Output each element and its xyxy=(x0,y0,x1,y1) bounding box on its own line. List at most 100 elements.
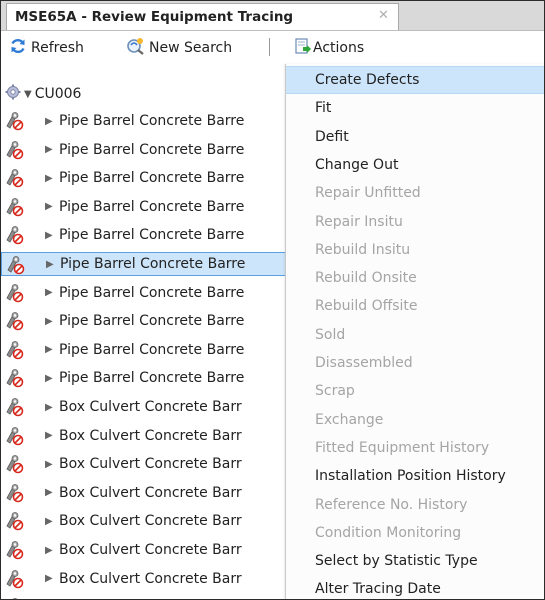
expand-arrow-icon[interactable]: ▶ xyxy=(45,316,59,327)
expand-arrow-icon[interactable]: ▶ xyxy=(45,545,59,556)
tree-row[interactable]: ▶Box Culvert Concrete Barr xyxy=(1,595,301,599)
tree-row-label: Pipe Barrel Concrete Barre xyxy=(59,313,245,330)
new-search-icon xyxy=(125,37,145,59)
tree-root-cu006[interactable]: ▼ CU006 xyxy=(1,83,81,105)
tree-row-label: Pipe Barrel Concrete Barre xyxy=(59,170,245,187)
refresh-button[interactable]: Refresh xyxy=(9,37,84,59)
toolbar-divider xyxy=(269,38,270,56)
equipment-unfitted-icon xyxy=(4,397,24,421)
equipment-unfitted-icon xyxy=(4,368,24,392)
menu-item-repair-unfitted[interactable]: Repair Unfitted xyxy=(286,179,544,207)
expand-arrow-icon[interactable]: ▶ xyxy=(45,116,59,127)
menu-item-create-defects[interactable]: Create Defects xyxy=(286,66,544,94)
menu-item-sold[interactable]: Sold xyxy=(286,321,544,349)
expand-arrow-icon[interactable]: ▶ xyxy=(45,373,59,384)
expand-arrow-icon[interactable]: ▶ xyxy=(45,516,59,527)
gear-icon xyxy=(5,84,21,104)
expand-arrow-icon[interactable]: ▶ xyxy=(45,230,59,241)
equipment-unfitted-icon xyxy=(4,168,24,192)
menu-item-reference-no-history[interactable]: Reference No. History xyxy=(286,491,544,519)
toolbar: Refresh New Search Actions xyxy=(1,31,544,63)
tree-row[interactable]: ▶Box Culvert Concrete Barr xyxy=(1,538,301,562)
tree-row[interactable]: ▶ Pipe Barrel Concrete Barre xyxy=(1,252,301,276)
tree-row-label: Pipe Barrel Concrete Barre xyxy=(59,341,245,358)
close-icon[interactable]: ✕ xyxy=(378,8,389,23)
equipment-unfitted-icon xyxy=(4,283,24,307)
tree-row[interactable]: ▶ Pipe Barrel Concrete Barre xyxy=(1,138,301,162)
expand-arrow-icon[interactable]: ▶ xyxy=(45,487,59,498)
equipment-unfitted-icon xyxy=(4,483,24,507)
actions-button[interactable]: Actions xyxy=(294,37,364,59)
tree-row[interactable]: ▶ Pipe Barrel Concrete Barre xyxy=(1,109,301,133)
new-search-button[interactable]: New Search xyxy=(125,37,232,59)
tree-row[interactable]: ▶ Pipe Barrel Concrete Barre xyxy=(1,366,301,390)
expand-arrow-icon[interactable]: ▶ xyxy=(46,259,60,270)
menu-item-rebuild-insitu[interactable]: Rebuild Insitu xyxy=(286,236,544,264)
expand-arrow-icon[interactable]: ▶ xyxy=(45,173,59,184)
tree-row-label: Pipe Barrel Concrete Barre xyxy=(59,198,245,215)
expand-arrow-icon[interactable]: ▶ xyxy=(45,344,59,355)
equipment-unfitted-icon xyxy=(4,569,24,593)
tree-row-label: Box Culvert Concrete Barr xyxy=(59,484,242,501)
menu-item-select-by-statistic-type[interactable]: Select by Statistic Type xyxy=(286,547,544,575)
tree-row[interactable]: ▶Box Culvert Concrete Barr xyxy=(1,395,301,419)
equipment-tree: ▼ CU006 ▶ Pipe Barrel Concrete Barre ▶ Pipe… xyxy=(1,65,301,599)
expand-arrow-icon[interactable]: ▶ xyxy=(45,459,59,470)
menu-item-exchange[interactable]: Exchange xyxy=(286,406,544,434)
tree-row-label: Pipe Barrel Concrete Barre xyxy=(60,256,246,272)
actions-dropdown-menu: Create Defects Fit Defit Change Out Repair U… xyxy=(285,64,544,599)
menu-item-rebuild-offsite[interactable]: Rebuild Offsite xyxy=(286,292,544,320)
tree-row[interactable]: ▶ Pipe Barrel Concrete Barre xyxy=(1,281,301,305)
expand-arrow-icon[interactable]: ▼ xyxy=(24,89,32,100)
tree-row[interactable]: ▶ Pipe Barrel Concrete Barre xyxy=(1,223,301,247)
tree-row[interactable]: ▶ Pipe Barrel Concrete Barre xyxy=(1,166,301,190)
menu-item-installation-position-history[interactable]: Installation Position History xyxy=(286,462,544,490)
tree-row[interactable]: ▶Box Culvert Concrete Barr xyxy=(1,567,301,591)
menu-item-defit[interactable]: Defit xyxy=(286,123,544,151)
actions-icon xyxy=(294,37,312,59)
expand-arrow-icon[interactable]: ▶ xyxy=(45,402,59,413)
equipment-unfitted-icon xyxy=(4,511,24,535)
tree-row-label: Pipe Barrel Concrete Barre xyxy=(59,284,245,301)
tree-row-label: Pipe Barrel Concrete Barre xyxy=(59,227,245,244)
refresh-icon xyxy=(9,37,27,59)
menu-item-alter-tracing-date[interactable]: Alter Tracing Date xyxy=(286,575,544,599)
tree-row[interactable]: ▶Box Culvert Concrete Barr xyxy=(1,452,301,476)
menu-item-fit[interactable]: Fit xyxy=(286,94,544,122)
menu-item-repair-insitu[interactable]: Repair Insitu xyxy=(286,208,544,236)
menu-item-rebuild-onsite[interactable]: Rebuild Onsite xyxy=(286,264,544,292)
equipment-unfitted-icon xyxy=(4,111,24,135)
tab-review-equipment-tracing[interactable]: MSE65A - Review Equipment Tracing ✕ xyxy=(6,3,399,30)
tree-row[interactable]: ▶ Pipe Barrel Concrete Barre xyxy=(1,338,301,362)
tree-row[interactable]: ▶Box Culvert Concrete Barr xyxy=(1,509,301,533)
menu-item-condition-monitoring[interactable]: Condition Monitoring xyxy=(286,519,544,547)
tree-row-label: Box Culvert Concrete Barr xyxy=(59,399,242,415)
tree-row[interactable]: ▶Box Culvert Concrete Barr xyxy=(1,481,301,505)
tree-row-label: Box Culvert Concrete Barr xyxy=(59,427,242,444)
tree-row-label: Box Culvert Concrete Barr xyxy=(59,456,242,473)
menu-item-disassembled[interactable]: Disassembled xyxy=(286,349,544,377)
expand-arrow-icon[interactable]: ▶ xyxy=(45,201,59,212)
tab-title: MSE65A - Review Equipment Tracing xyxy=(15,9,294,25)
equipment-unfitted-icon xyxy=(4,454,24,478)
tree-row[interactable]: ▶Box Culvert Concrete Barr xyxy=(1,424,301,448)
window-frame: MSE65A - Review Equipment Tracing ✕ Refr… xyxy=(0,0,545,600)
expand-arrow-icon[interactable]: ▶ xyxy=(45,573,59,584)
tree-row[interactable]: ▶ Pipe Barrel Concrete Barre xyxy=(1,309,301,333)
equipment-unfitted-icon xyxy=(4,225,24,249)
menu-item-scrap[interactable]: Scrap xyxy=(286,377,544,405)
equipment-unfitted-icon xyxy=(4,140,24,164)
tree-row-label: Box Culvert Concrete Barr xyxy=(59,570,242,587)
tree-row-label: Pipe Barrel Concrete Barre xyxy=(59,113,245,129)
menu-item-fitted-equipment-history[interactable]: Fitted Equipment History xyxy=(286,434,544,462)
menu-item-change-out[interactable]: Change Out xyxy=(286,151,544,179)
expand-arrow-icon[interactable]: ▶ xyxy=(45,144,59,155)
expand-arrow-icon[interactable]: ▶ xyxy=(45,287,59,298)
expand-arrow-icon[interactable]: ▶ xyxy=(45,430,59,441)
tree-row[interactable]: ▶ Pipe Barrel Concrete Barre xyxy=(1,195,301,219)
tab-strip: MSE65A - Review Equipment Tracing ✕ xyxy=(1,1,544,31)
equipment-unfitted-icon xyxy=(4,311,24,335)
tree-row-label: Pipe Barrel Concrete Barre xyxy=(59,141,245,158)
equipment-unfitted-icon xyxy=(4,340,24,364)
tree-row-label: Box Culvert Concrete Barr xyxy=(59,542,242,558)
